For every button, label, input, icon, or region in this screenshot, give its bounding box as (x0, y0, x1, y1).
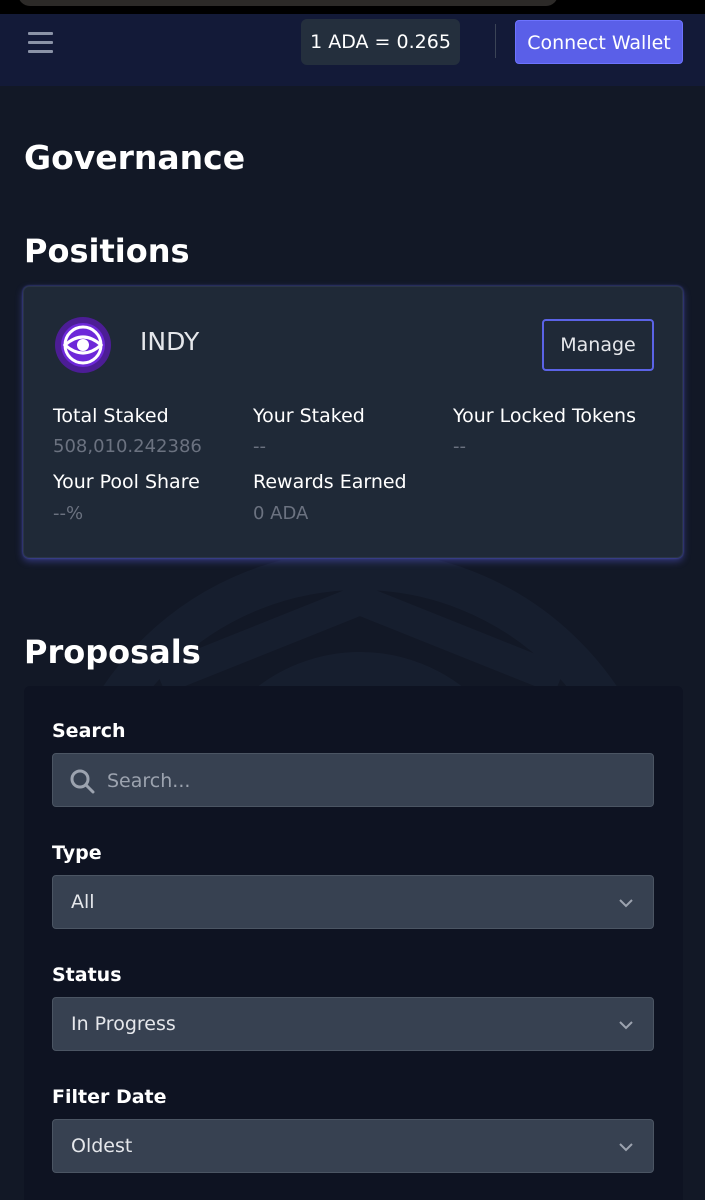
ada-price-badge: 1 ADA = 0.265 (301, 19, 460, 65)
topbar-divider (495, 24, 496, 58)
proposals-filter-panel: Search Type All Status In Progress Filte… (24, 686, 683, 1200)
filter-date-select[interactable]: Oldest (52, 1119, 654, 1173)
search-input[interactable] (105, 754, 639, 808)
position-card-indy: INDY Manage Total Staked 508,010.242386 … (23, 286, 683, 558)
filter-date-select-value: Oldest (71, 1135, 133, 1157)
stat-value-pool-share: --% (53, 503, 84, 524)
proposals-heading: Proposals (24, 633, 201, 671)
search-field[interactable] (52, 753, 654, 808)
status-strip (0, 0, 705, 14)
stat-label-your-locked-tokens: Your Locked Tokens (453, 405, 636, 427)
stat-label-your-staked: Your Staked (253, 405, 365, 427)
status-select[interactable]: In Progress (52, 997, 654, 1051)
governance-page: 1 ADA = 0.265 Connect Wallet Governance … (0, 0, 705, 1200)
token-name: INDY (140, 327, 200, 356)
stat-value-your-locked-tokens: -- (453, 436, 466, 457)
positions-heading: Positions (24, 232, 190, 270)
type-label: Type (52, 842, 102, 864)
indy-eye-icon (55, 317, 111, 373)
stat-label-pool-share: Your Pool Share (53, 471, 200, 493)
stat-value-total-staked: 508,010.242386 (53, 436, 202, 457)
status-label: Status (52, 964, 122, 986)
type-select[interactable]: All (52, 875, 654, 929)
search-label: Search (52, 720, 126, 742)
manage-button[interactable]: Manage (542, 319, 654, 371)
search-icon (70, 769, 95, 794)
chevron-down-icon (619, 1143, 633, 1152)
stat-label-total-staked: Total Staked (53, 405, 169, 427)
chevron-down-icon (619, 1021, 633, 1030)
menu-icon[interactable] (28, 30, 54, 56)
type-select-value: All (71, 891, 95, 913)
stat-label-rewards-earned: Rewards Earned (253, 471, 407, 493)
chevron-down-icon (619, 899, 633, 908)
page-title: Governance (24, 138, 246, 177)
stat-value-your-staked: -- (253, 436, 266, 457)
filter-date-label: Filter Date (52, 1086, 167, 1108)
stat-value-rewards-earned: 0 ADA (253, 503, 309, 524)
status-select-value: In Progress (71, 1013, 176, 1035)
status-pill (18, 0, 558, 6)
top-navigation-bar: 1 ADA = 0.265 Connect Wallet (0, 14, 705, 86)
connect-wallet-button[interactable]: Connect Wallet (515, 20, 683, 64)
